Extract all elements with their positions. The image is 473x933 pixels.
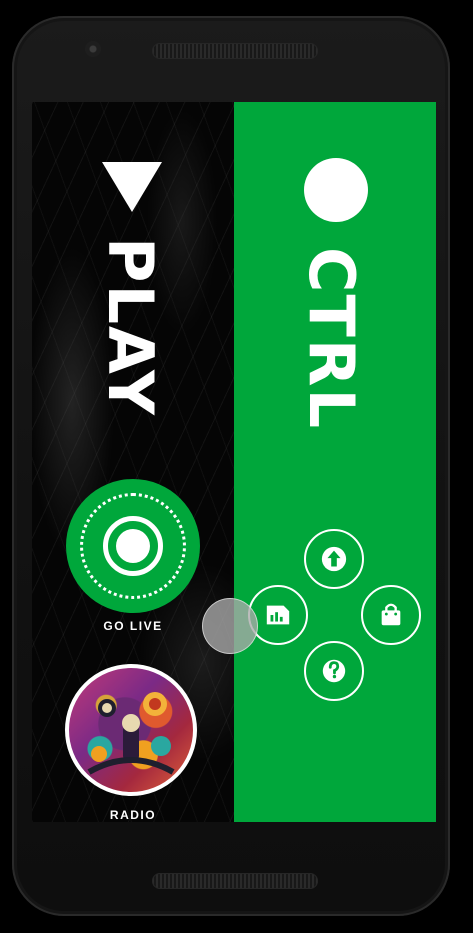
shop-button[interactable] xyxy=(361,585,421,645)
radio-label: RADIO xyxy=(109,808,157,822)
radio-button[interactable] xyxy=(65,664,197,796)
front-camera xyxy=(85,41,101,57)
go-live-button[interactable] xyxy=(66,479,200,613)
drag-handle[interactable] xyxy=(202,598,258,654)
shopping-bag-icon xyxy=(381,603,401,626)
help-icon xyxy=(322,659,346,683)
ctrl-dot-icon xyxy=(304,158,368,222)
play-title: PLAY xyxy=(94,237,167,417)
play-icon xyxy=(102,162,162,212)
ctrl-title: CTRL xyxy=(295,247,368,431)
record-icon xyxy=(116,529,150,563)
go-live-label: GO LIVE xyxy=(103,619,163,633)
upload-button[interactable] xyxy=(304,529,364,589)
arrow-up-icon xyxy=(321,546,347,572)
bottom-speaker xyxy=(152,873,318,889)
top-speaker xyxy=(152,43,318,59)
radio-artwork xyxy=(87,692,175,775)
stats-button[interactable] xyxy=(248,585,308,645)
stats-card-icon xyxy=(266,605,290,625)
device-frame: PLAY GO LIVE RADIO CTRL xyxy=(0,0,473,933)
help-button[interactable] xyxy=(304,641,364,701)
app-screen: PLAY GO LIVE RADIO CTRL xyxy=(32,102,436,822)
